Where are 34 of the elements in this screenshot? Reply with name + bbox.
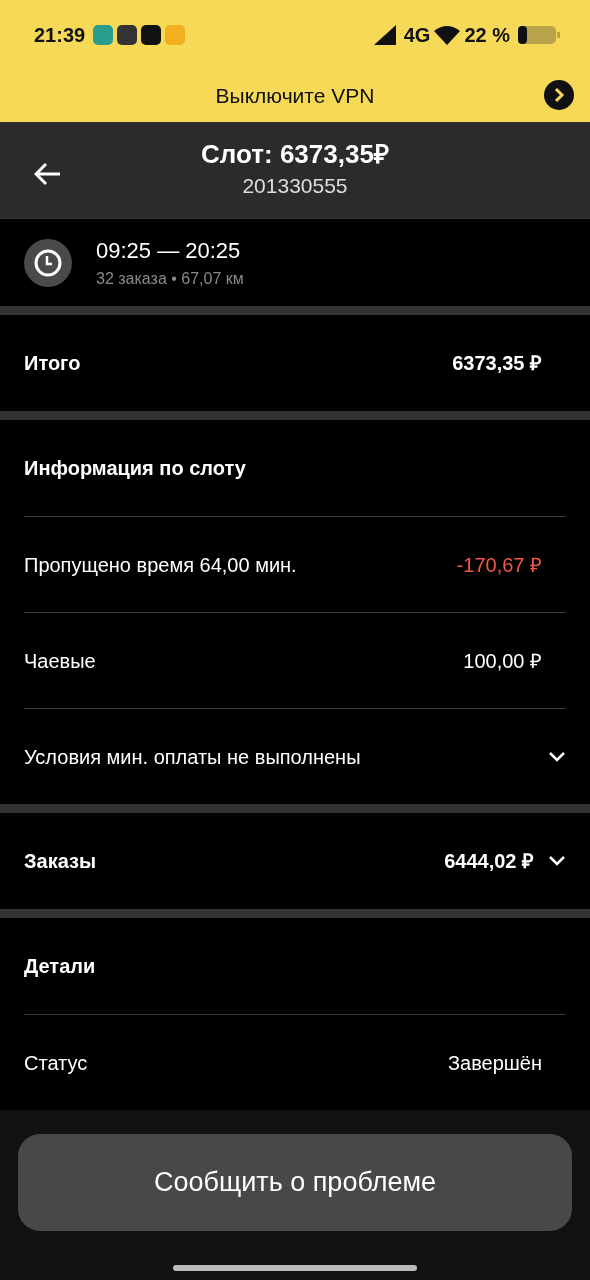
battery-icon [518, 25, 560, 45]
report-problem-button[interactable]: Сообщить о проблеме [18, 1134, 572, 1231]
row-label: Статус [24, 1050, 89, 1076]
row-value: -170,67 ₽ [456, 552, 542, 578]
row-label: Итого [24, 351, 82, 376]
shift-summary: 32 заказа • 67,07 км [96, 269, 244, 289]
page-title: Слот: 6373,35₽ [201, 138, 389, 170]
time-range: 09:25 — 20:25 [96, 237, 242, 265]
back-icon[interactable] [34, 162, 62, 186]
chevron-right-icon [553, 87, 565, 103]
row-value: 6373,35 ₽ [452, 351, 542, 376]
clock-icon [24, 238, 72, 287]
slot-number: 201330555 [242, 172, 348, 199]
row-label: Пропущено время 64,00 мин. [24, 552, 298, 578]
wifi-icon [434, 25, 461, 45]
row-label: Заказы [24, 849, 98, 874]
row-value: Завершён [447, 1050, 542, 1076]
row-value: 100,00 ₽ [463, 648, 542, 674]
app-notification-icon [93, 25, 114, 45]
section-title: Детали [24, 954, 96, 979]
expandable-row[interactable]: Заказы 6444,02 ₽ [24, 813, 566, 909]
banner-text: Выключите VPN [215, 83, 375, 110]
network-type: 4G [403, 23, 431, 48]
signal-icon [373, 25, 396, 45]
section-title: Информация по слоту [24, 456, 246, 481]
row-label: Чаевые [24, 648, 97, 674]
chevron-button[interactable] [544, 80, 574, 110]
row-value: 6444,02 ₽ [444, 849, 534, 874]
app-notification-icon [165, 25, 186, 45]
row-label: Условия мин. оплаты не выполнены [24, 744, 362, 770]
app-notification-icon [141, 25, 162, 45]
battery-percent: 22 % [464, 23, 510, 48]
status-time: 21:39 [34, 23, 86, 48]
app-notification-icon [117, 25, 138, 45]
